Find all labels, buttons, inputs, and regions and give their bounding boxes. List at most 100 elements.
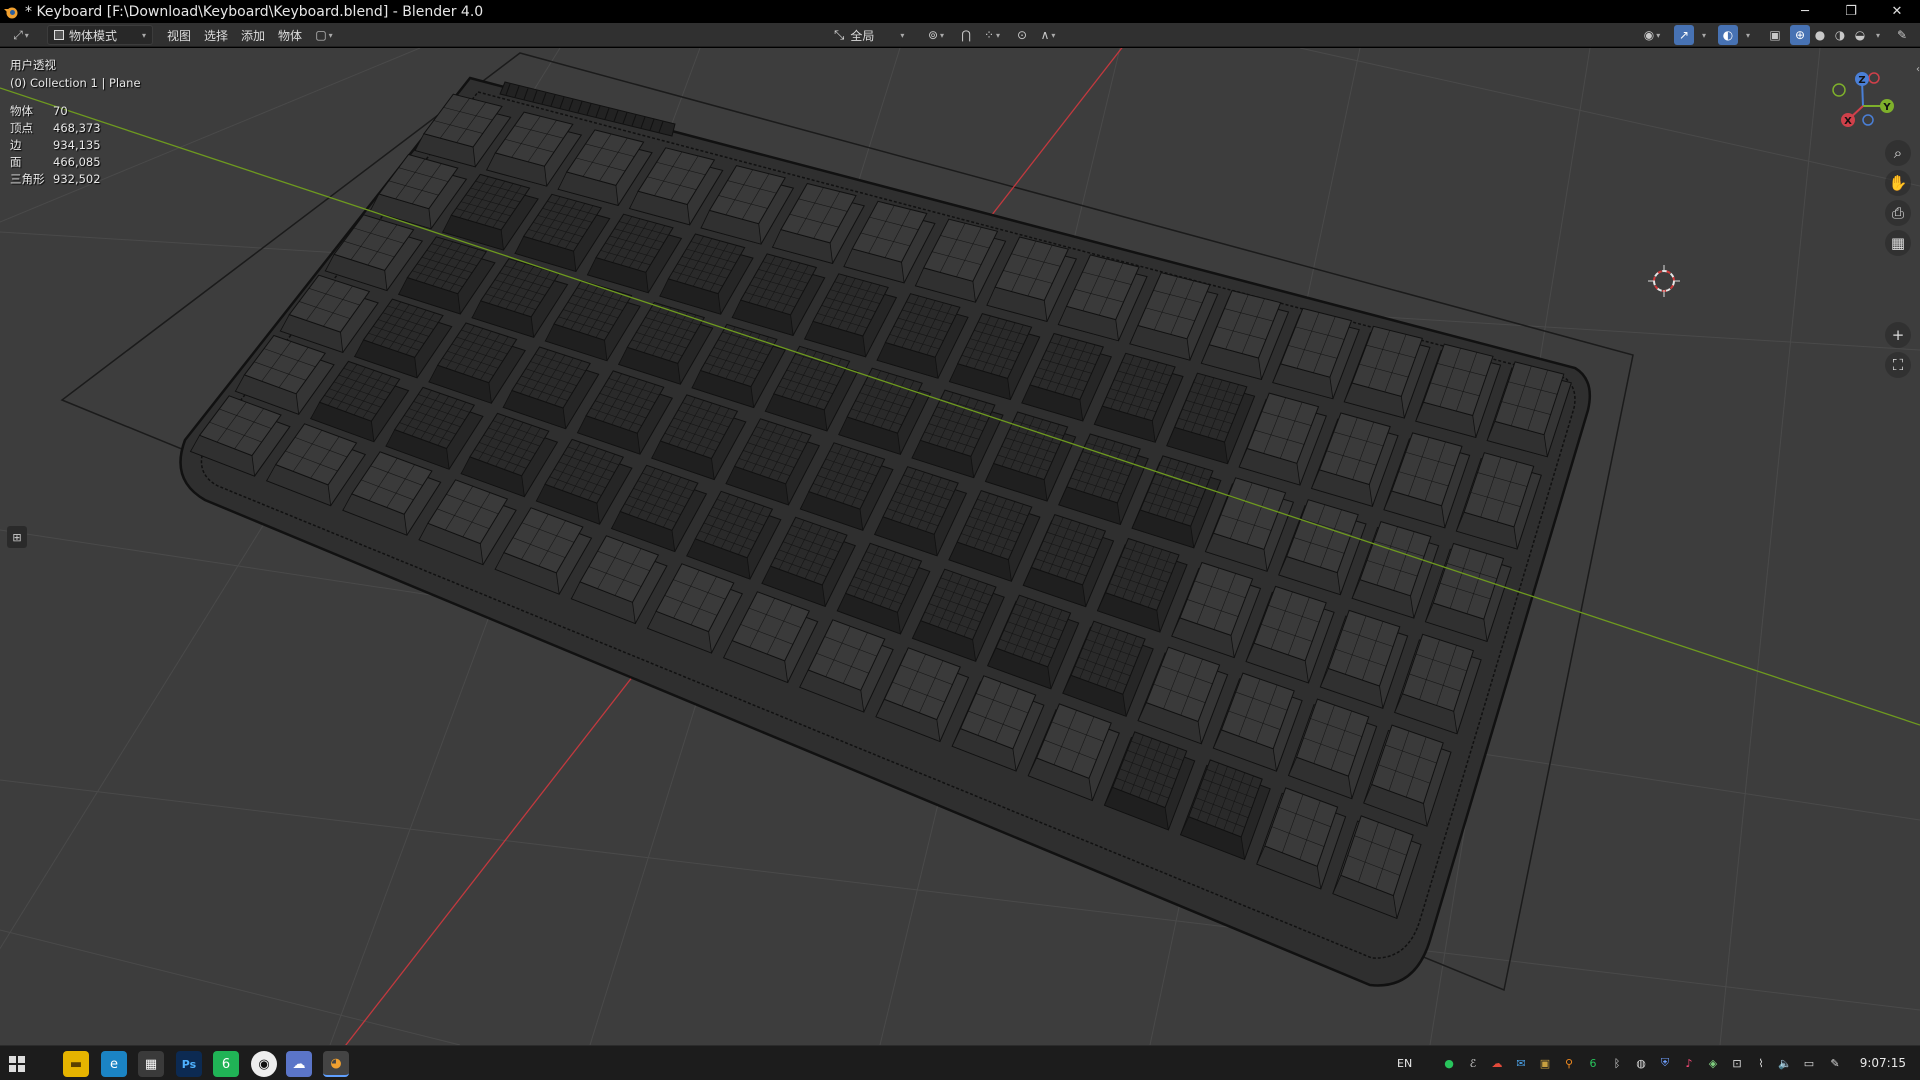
messenger-tray-icon[interactable]: ✉: [1512, 1054, 1530, 1072]
ime-tray-icon[interactable]: ℰ: [1464, 1054, 1482, 1072]
falloff-curve-icon: ∧: [1040, 28, 1050, 42]
search-tray-icon[interactable]: ⚲: [1560, 1054, 1578, 1072]
restore-button[interactable]: ❐: [1828, 0, 1874, 23]
object-type-visibility-button[interactable]: ▢ ▾: [310, 25, 338, 45]
taskbar-clock[interactable]: 9:07:15: [1860, 1046, 1906, 1080]
frame-selected-button[interactable]: ⛶: [1885, 352, 1911, 378]
shading-options-button[interactable]: ▾: [1870, 25, 1884, 45]
3d-cursor: [1648, 265, 1680, 297]
shading-material-button[interactable]: ◑: [1830, 25, 1850, 45]
blender-taskbar-icon[interactable]: ◕: [323, 1051, 349, 1077]
display-tray-icon[interactable]: ▭: [1800, 1054, 1818, 1072]
wechat-tray-icon[interactable]: ●: [1440, 1054, 1458, 1072]
photoshop-icon[interactable]: Ps: [176, 1051, 202, 1077]
title-bar: * Keyboard [F:\Download\Keyboard\Keyboar…: [0, 0, 1920, 23]
collapse-sidebar-icon[interactable]: ‹: [1916, 64, 1920, 75]
proportional-edit-toggle[interactable]: ⊙: [1012, 25, 1032, 45]
eye-icon: ◉: [1643, 28, 1655, 42]
orientation-label: 全局: [850, 28, 875, 43]
chevron-down-icon: ▾: [141, 30, 146, 40]
transform-orientation-dropdown[interactable]: ⤡ 全局 ▾: [834, 25, 904, 45]
mode-dropdown[interactable]: 物体模式 ▾: [47, 25, 153, 45]
gizmo-z-label: Z: [1858, 75, 1865, 86]
app-6-tray-icon[interactable]: 6: [1584, 1054, 1602, 1072]
navigation-gizmo[interactable]: Z Y X: [1820, 64, 1900, 144]
header-extra-button[interactable]: ✎: [1892, 25, 1912, 45]
rendered-sphere-icon: ◒: [1854, 28, 1866, 42]
music-tray-icon[interactable]: ♪: [1680, 1054, 1698, 1072]
solid-sphere-icon: ●: [1814, 28, 1826, 42]
windows-logo-icon: [9, 1056, 25, 1072]
overlays-options-button[interactable]: ▾: [1740, 25, 1754, 45]
stat-edges: 边 934,135: [10, 138, 101, 152]
gizmo-options-button[interactable]: ▾: [1696, 25, 1710, 45]
blender-window: * Keyboard [F:\Download\Keyboard\Keyboar…: [0, 0, 1920, 1080]
volume-tray-icon[interactable]: 🔈: [1776, 1054, 1794, 1072]
input-language[interactable]: EN: [1397, 1046, 1412, 1080]
shading-solid-button[interactable]: ●: [1810, 25, 1830, 45]
frame-icon: ⛶: [1892, 356, 1904, 374]
gizmo-toggle[interactable]: ↗: [1674, 25, 1694, 45]
start-button[interactable]: [4, 1051, 30, 1077]
grid-perspective-icon: ▦: [1890, 234, 1906, 252]
box-select-icon: ▢: [315, 28, 327, 42]
menu-select[interactable]: 选择: [196, 25, 236, 45]
app-tray-icon[interactable]: ▣: [1536, 1054, 1554, 1072]
toolbar-toggle-button[interactable]: ⊞: [7, 526, 27, 548]
app-6-icon[interactable]: 6: [213, 1051, 239, 1077]
menu-view[interactable]: 视图: [159, 25, 199, 45]
camera-view-button[interactable]: ⎙: [1885, 200, 1911, 226]
editor-type-button[interactable]: ⤢ ▾: [6, 25, 36, 45]
window-title: * Keyboard [F:\Download\Keyboard\Keyboar…: [25, 3, 484, 20]
chevron-down-icon: ▾: [900, 30, 905, 40]
magnet-icon: ⋂: [961, 28, 971, 42]
plus-icon: +: [1891, 326, 1905, 344]
pan-button[interactable]: ✋: [1885, 170, 1911, 196]
menu-add[interactable]: 添加: [233, 25, 273, 45]
wireframe-sphere-icon: ⊕: [1794, 28, 1806, 42]
add-button[interactable]: +: [1885, 322, 1911, 348]
network-tray-icon[interactable]: ⊡: [1728, 1054, 1746, 1072]
tool-icon: ✎: [1896, 28, 1908, 42]
collection-info: (0) Collection 1 | Plane: [10, 76, 141, 90]
stat-vertices: 顶点 468,373: [10, 121, 101, 135]
snap-target-button[interactable]: ⁘ ▾: [978, 25, 1006, 45]
cloud-sync-tray-icon[interactable]: ☁: [1488, 1054, 1506, 1072]
scene-statistics: 物体 70 顶点 468,373 边 934,135 面 466,085 三角形 932,…: [10, 103, 101, 188]
security-tray-icon[interactable]: ⛨: [1656, 1054, 1674, 1072]
editor-type-icon: ⤢: [13, 27, 23, 42]
3d-viewport[interactable]: 用户透视 (0) Collection 1 | Plane 物体 70 顶点 468…: [0, 48, 1920, 1045]
app-cloud-icon[interactable]: ☁: [286, 1051, 312, 1077]
stat-faces: 面 466,085: [10, 155, 101, 169]
file-explorer-icon[interactable]: ▬: [63, 1051, 89, 1077]
viewport-header: ⤢ ▾ 物体模式 ▾ 视图 选择 添加 物体 ▢ ▾ ⤡ 全局 ▾ ⊚ ▾ ⋂ ⁘ ▾ …: [0, 23, 1920, 47]
proportional-icon: ⊙: [1016, 28, 1028, 42]
nvidia-tray-icon[interactable]: ◈: [1704, 1054, 1722, 1072]
wifi-tray-icon[interactable]: ⌇: [1752, 1054, 1770, 1072]
shading-rendered-button[interactable]: ◒: [1850, 25, 1870, 45]
perspective-toggle-button[interactable]: ▦: [1885, 230, 1911, 256]
shading-wireframe-button[interactable]: ⊕: [1790, 25, 1810, 45]
visibility-button[interactable]: ◉ ▾: [1638, 25, 1666, 45]
obs-icon[interactable]: ◉: [251, 1051, 277, 1077]
camera-icon: ⎙: [1891, 204, 1904, 222]
pivot-icon: ⊚: [927, 28, 939, 42]
xray-toggle[interactable]: ▣: [1765, 25, 1785, 45]
orientation-icon: ⤡: [834, 27, 845, 43]
bluetooth-tray-icon[interactable]: ᛒ: [1608, 1054, 1626, 1072]
close-button[interactable]: ✕: [1874, 0, 1920, 23]
zoom-button[interactable]: ⌕: [1885, 140, 1911, 166]
falloff-button[interactable]: ∧ ▾: [1034, 25, 1062, 45]
edge-browser-icon[interactable]: e: [101, 1051, 127, 1077]
minimize-button[interactable]: ─: [1782, 0, 1828, 23]
pivot-point-button[interactable]: ⊚ ▾: [922, 25, 950, 45]
zoom-magnifier-icon: ⌕: [1893, 144, 1903, 162]
calculator-icon[interactable]: ▦: [138, 1051, 164, 1077]
gizmo-x-label: X: [1844, 116, 1852, 127]
menu-object[interactable]: 物体: [270, 25, 310, 45]
snap-toggle[interactable]: ⋂: [956, 25, 976, 45]
overlays-toggle[interactable]: ◐: [1718, 25, 1738, 45]
xray-icon: ▣: [1769, 28, 1781, 42]
steam-tray-icon[interactable]: ◍: [1632, 1054, 1650, 1072]
pen-tray-icon[interactable]: ✎: [1826, 1054, 1844, 1072]
